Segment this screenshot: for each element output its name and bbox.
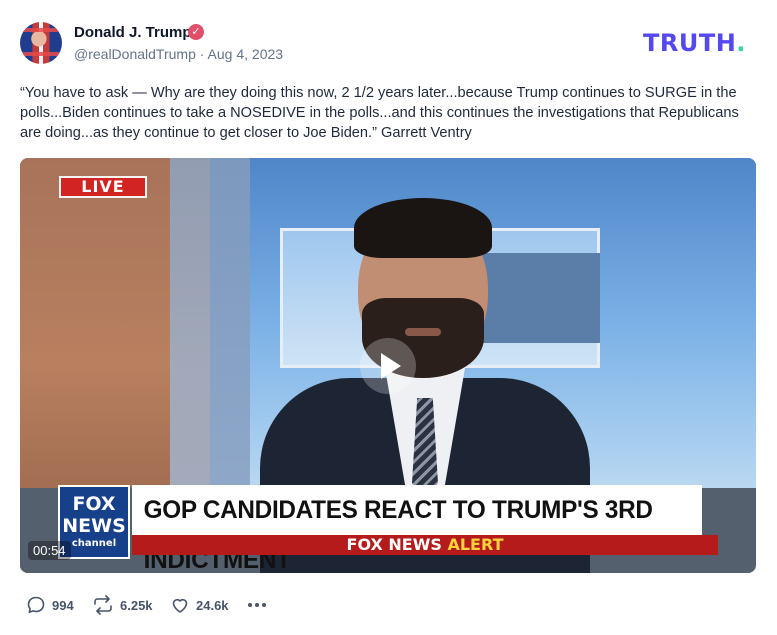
play-icon (381, 353, 401, 379)
alert-word: ALERT (447, 535, 504, 554)
news-chyron: FOX NEWS channel GOP CANDIDATES REACT TO… (58, 485, 718, 573)
video-player[interactable]: LIVE FOX NEWS channel GOP CANDIDATES REA… (20, 158, 756, 573)
mouth (405, 328, 441, 336)
like-button[interactable]: 24.6k (170, 594, 229, 616)
meta-separator: · (199, 46, 205, 62)
speech-bubble-icon (27, 596, 45, 614)
retruth-button[interactable]: 6.25k (92, 594, 153, 616)
verified-badge-icon: ✓ (188, 24, 204, 40)
retruth-count: 6.25k (120, 597, 153, 613)
avatar-stripe (20, 52, 62, 56)
post-actions: 994 6.25k 24.6k (26, 594, 326, 616)
reply-count: 994 (52, 597, 74, 613)
brand-dot: . (736, 29, 746, 57)
hair (354, 198, 492, 258)
live-badge: LIVE (59, 176, 147, 198)
reply-button[interactable]: 994 (26, 594, 74, 616)
repost-arrows-icon (94, 595, 112, 615)
alert-prefix: FOX NEWS (346, 535, 442, 554)
play-button[interactable] (360, 338, 416, 394)
heart-icon (172, 598, 188, 613)
author-handle[interactable]: @realDonaldTrump (74, 46, 196, 62)
news-alert-bar: FOX NEWS ALERT (132, 535, 718, 555)
truth-post: Donald J. Trump ✓ @realDonaldTrump · Aug… (0, 0, 777, 635)
video-timestamp: 00:54 (28, 541, 71, 560)
truth-logo[interactable]: TRUTH. (643, 29, 746, 57)
more-options-button[interactable] (246, 594, 274, 616)
author-name[interactable]: Donald J. Trump (74, 24, 192, 41)
logo-line-1: FOX (72, 493, 116, 515)
post-date[interactable]: Aug 4, 2023 (208, 46, 284, 62)
ellipsis-icon (248, 603, 266, 607)
avatar-stripe (20, 28, 62, 32)
like-count: 24.6k (196, 597, 229, 613)
brand-text: TRUTH (643, 29, 737, 57)
post-meta: @realDonaldTrump · Aug 4, 2023 (74, 46, 283, 62)
post-text: “You have to ask — Why are they doing th… (20, 85, 739, 141)
chyron-headline: GOP CANDIDATES REACT TO TRUMP'S 3RD INDI… (132, 485, 702, 573)
avatar[interactable] (20, 22, 62, 64)
logo-line-2: NEWS (62, 515, 126, 537)
